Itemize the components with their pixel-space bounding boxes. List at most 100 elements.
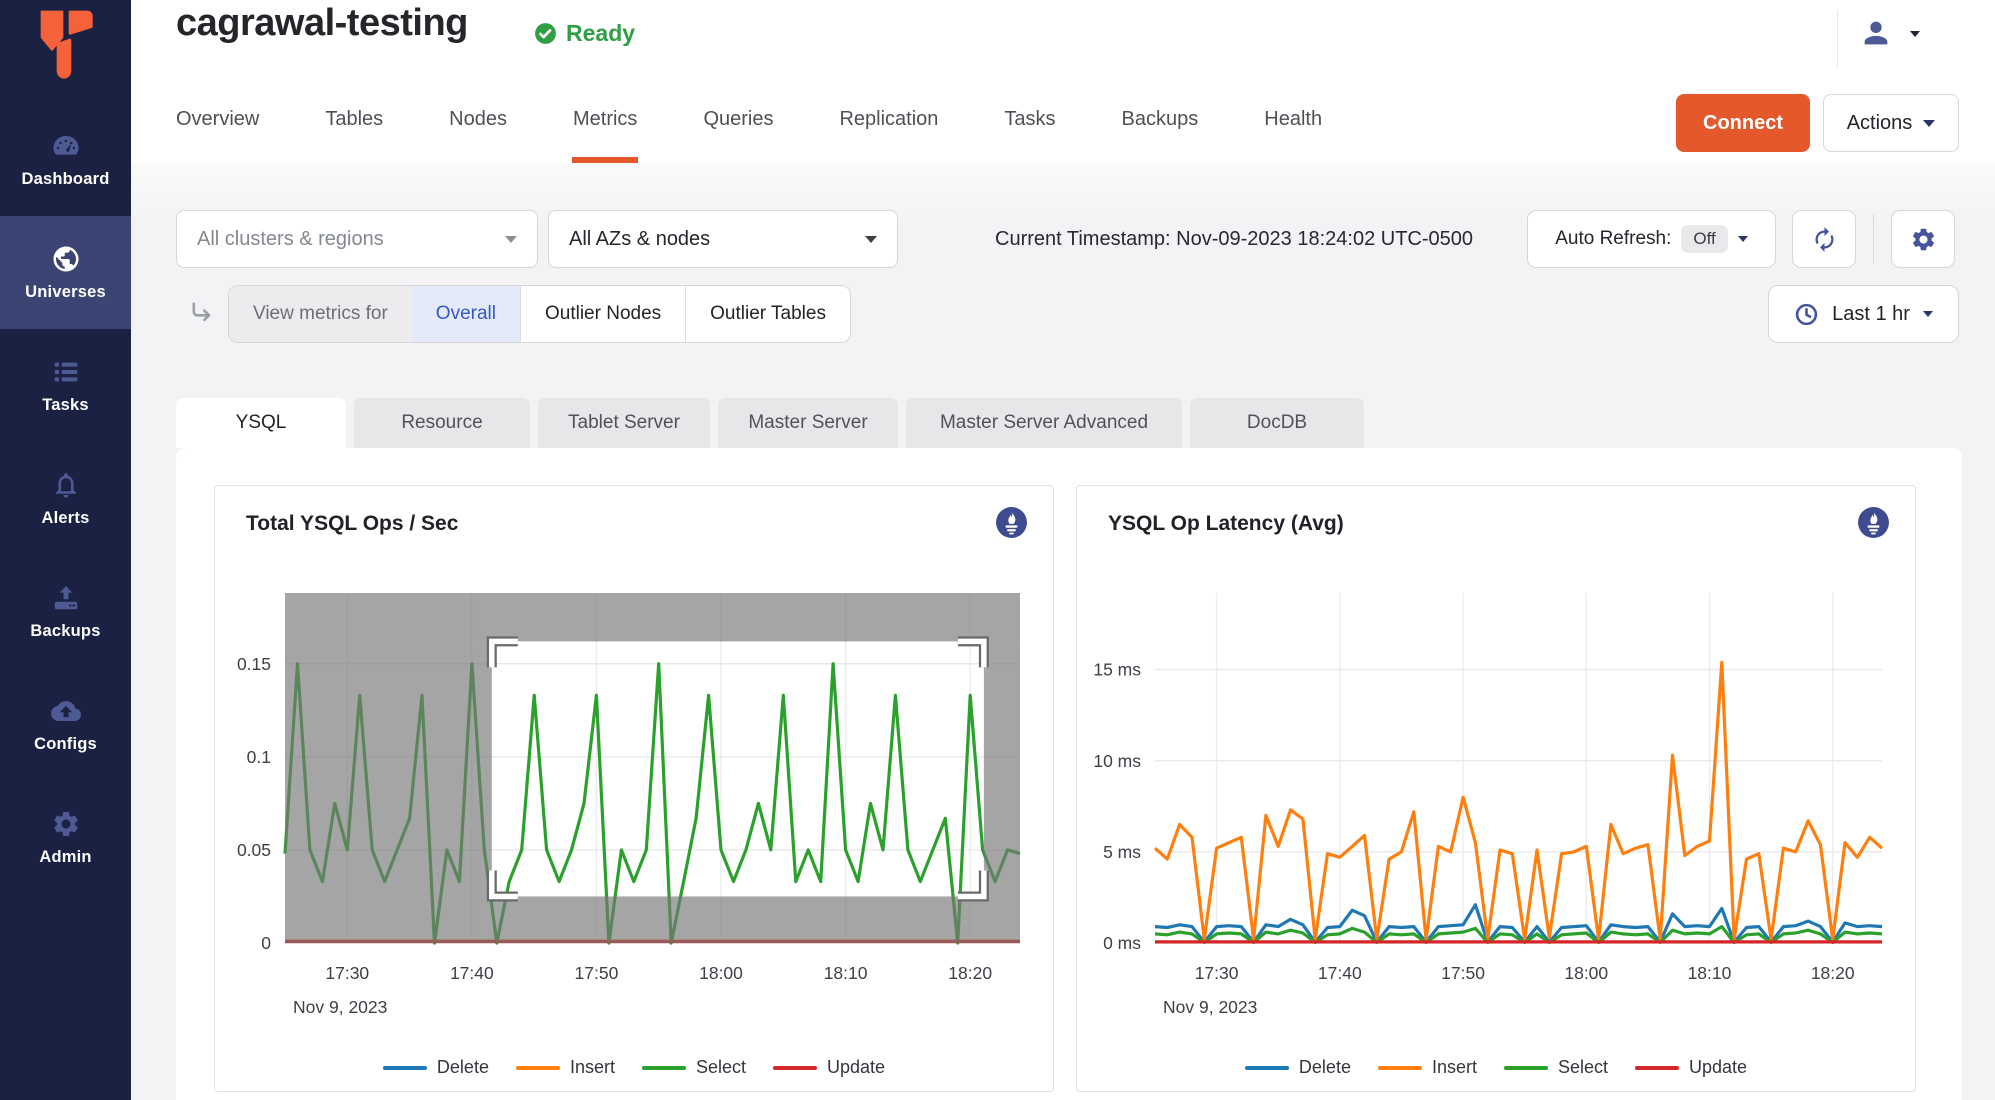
connect-button[interactable]: Connect <box>1676 94 1810 152</box>
scope-overall-button[interactable]: Overall <box>412 286 520 342</box>
task-list-icon <box>51 357 81 387</box>
metric-tab-docdb[interactable]: DocDB <box>1190 398 1364 448</box>
chart-card-latency: 0 ms5 ms10 ms15 ms17:3017:4017:5018:0018… <box>1076 485 1916 1092</box>
divider <box>1873 214 1874 264</box>
tab-backups[interactable]: Backups <box>1122 75 1199 163</box>
latency-chart-plot[interactable]: 0 ms5 ms10 ms15 ms17:3017:4017:5018:0018… <box>1077 486 1917 1046</box>
chart-card-ops: 00.050.10.1517:3017:4017:5018:0018:1018:… <box>214 485 1054 1092</box>
legend-item-delete[interactable]: Delete <box>383 1057 489 1078</box>
yugabyte-logo-icon <box>34 8 98 80</box>
cloud-upload-icon <box>51 696 81 726</box>
sidebar-item-label: Alerts <box>42 509 90 528</box>
metric-tab-master-server[interactable]: Master Server <box>718 398 898 448</box>
auto-refresh-value: Off <box>1681 225 1727 253</box>
prometheus-icon[interactable] <box>995 506 1028 539</box>
svg-text:18:20: 18:20 <box>948 963 992 983</box>
tab-tasks[interactable]: Tasks <box>1004 75 1055 163</box>
status-text: Ready <box>566 20 635 47</box>
legend-swatch <box>642 1066 686 1070</box>
legend-item-update[interactable]: Update <box>773 1057 885 1078</box>
legend-label: Insert <box>570 1057 615 1078</box>
legend-item-insert[interactable]: Insert <box>516 1057 615 1078</box>
legend-item-delete[interactable]: Delete <box>1245 1057 1351 1078</box>
sidebar-item-admin[interactable]: Admin <box>0 781 131 894</box>
metric-group-tabs: YSQL Resource Tablet Server Master Serve… <box>176 398 1364 448</box>
tab-metrics[interactable]: Metrics <box>573 75 637 163</box>
page-title: cagrawal-testing <box>176 2 468 45</box>
metric-tab-ysql[interactable]: YSQL <box>176 398 346 448</box>
legend-item-select[interactable]: Select <box>1504 1057 1608 1078</box>
yugabyte-logo[interactable] <box>0 8 131 80</box>
legend-item-insert[interactable]: Insert <box>1378 1057 1477 1078</box>
actions-button[interactable]: Actions <box>1823 94 1959 152</box>
app-root: Dashboard Universes Tasks <box>0 0 1995 1100</box>
prometheus-icon[interactable] <box>1857 506 1890 539</box>
sidebar-item-label: Configs <box>34 735 97 754</box>
svg-text:17:30: 17:30 <box>1195 963 1239 983</box>
refresh-button[interactable] <box>1792 210 1856 268</box>
auto-refresh-dropdown[interactable]: Auto Refresh: Off <box>1527 210 1776 268</box>
sidebar-item-configs[interactable]: Configs <box>0 668 131 781</box>
svg-text:0: 0 <box>261 933 271 953</box>
tab-tables[interactable]: Tables <box>325 75 383 163</box>
scope-outlier-tables-button[interactable]: Outlier Tables <box>685 286 850 342</box>
metric-tab-resource[interactable]: Resource <box>354 398 530 448</box>
metric-tab-tablet-server[interactable]: Tablet Server <box>538 398 710 448</box>
sidebar-nav: Dashboard Universes Tasks <box>0 103 131 894</box>
sidebar-item-label: Backups <box>30 622 100 641</box>
sidebar-item-universes[interactable]: Universes <box>0 216 131 329</box>
svg-text:10 ms: 10 ms <box>1093 751 1141 771</box>
tab-nodes[interactable]: Nodes <box>449 75 507 163</box>
auto-refresh-label: Auto Refresh: <box>1555 228 1671 250</box>
scope-outlier-nodes-button[interactable]: Outlier Nodes <box>520 286 685 342</box>
sidebar-item-dashboard[interactable]: Dashboard <box>0 103 131 216</box>
legend-swatch <box>1245 1066 1289 1070</box>
svg-text:18:10: 18:10 <box>824 963 868 983</box>
legend-label: Select <box>1558 1057 1608 1078</box>
tab-replication[interactable]: Replication <box>839 75 938 163</box>
legend-label: Update <box>827 1057 885 1078</box>
ops-chart-plot[interactable]: 00.050.10.1517:3017:4017:5018:0018:1018:… <box>215 486 1055 1046</box>
az-nodes-dropdown[interactable]: All AZs & nodes <box>548 210 898 268</box>
sidebar-item-tasks[interactable]: Tasks <box>0 329 131 442</box>
tab-queries[interactable]: Queries <box>703 75 773 163</box>
legend-label: Insert <box>1432 1057 1477 1078</box>
svg-text:15 ms: 15 ms <box>1093 660 1141 680</box>
refresh-icon <box>1811 226 1838 253</box>
settings-button[interactable] <box>1891 210 1955 268</box>
metrics-content: All clusters & regions All AZs & nodes C… <box>131 163 1995 1100</box>
svg-text:17:50: 17:50 <box>1441 963 1485 983</box>
az-nodes-value: All AZs & nodes <box>569 228 710 251</box>
user-menu[interactable] <box>1859 16 1893 55</box>
chevron-down-icon <box>1910 31 1920 37</box>
sidebar-item-label: Dashboard <box>22 170 110 189</box>
cluster-region-dropdown[interactable]: All clusters & regions <box>176 210 538 268</box>
sub-level-arrow-icon <box>188 299 216 332</box>
metric-tab-master-server-advanced[interactable]: Master Server Advanced <box>906 398 1182 448</box>
svg-text:0 ms: 0 ms <box>1103 933 1141 953</box>
chart-legend: Delete Insert Select Update <box>1077 1057 1915 1078</box>
chevron-down-icon <box>1923 311 1933 317</box>
tab-overview[interactable]: Overview <box>176 75 259 163</box>
sidebar-item-label: Universes <box>25 283 106 302</box>
legend-label: Delete <box>1299 1057 1351 1078</box>
actions-label: Actions <box>1847 112 1913 135</box>
chevron-down-icon <box>865 236 877 243</box>
check-circle-icon <box>533 21 558 46</box>
view-metrics-for-label: View metrics for <box>229 286 412 342</box>
sidebar-item-alerts[interactable]: Alerts <box>0 442 131 555</box>
charts-panel: 00.050.10.1517:3017:4017:5018:0018:1018:… <box>176 448 1962 1100</box>
sidebar-item-backups[interactable]: Backups <box>0 555 131 668</box>
person-icon <box>1859 16 1893 50</box>
time-range-dropdown[interactable]: Last 1 hr <box>1768 285 1959 343</box>
sidebar-item-label: Tasks <box>42 396 89 415</box>
divider <box>1837 10 1838 68</box>
legend-item-update[interactable]: Update <box>1635 1057 1747 1078</box>
legend-item-select[interactable]: Select <box>642 1057 746 1078</box>
legend-swatch <box>1378 1066 1422 1070</box>
time-range-value: Last 1 hr <box>1832 303 1910 326</box>
chevron-down-icon <box>1738 236 1748 242</box>
tab-health[interactable]: Health <box>1264 75 1322 163</box>
chevron-down-icon <box>1923 120 1935 127</box>
backup-upload-icon <box>51 583 81 613</box>
